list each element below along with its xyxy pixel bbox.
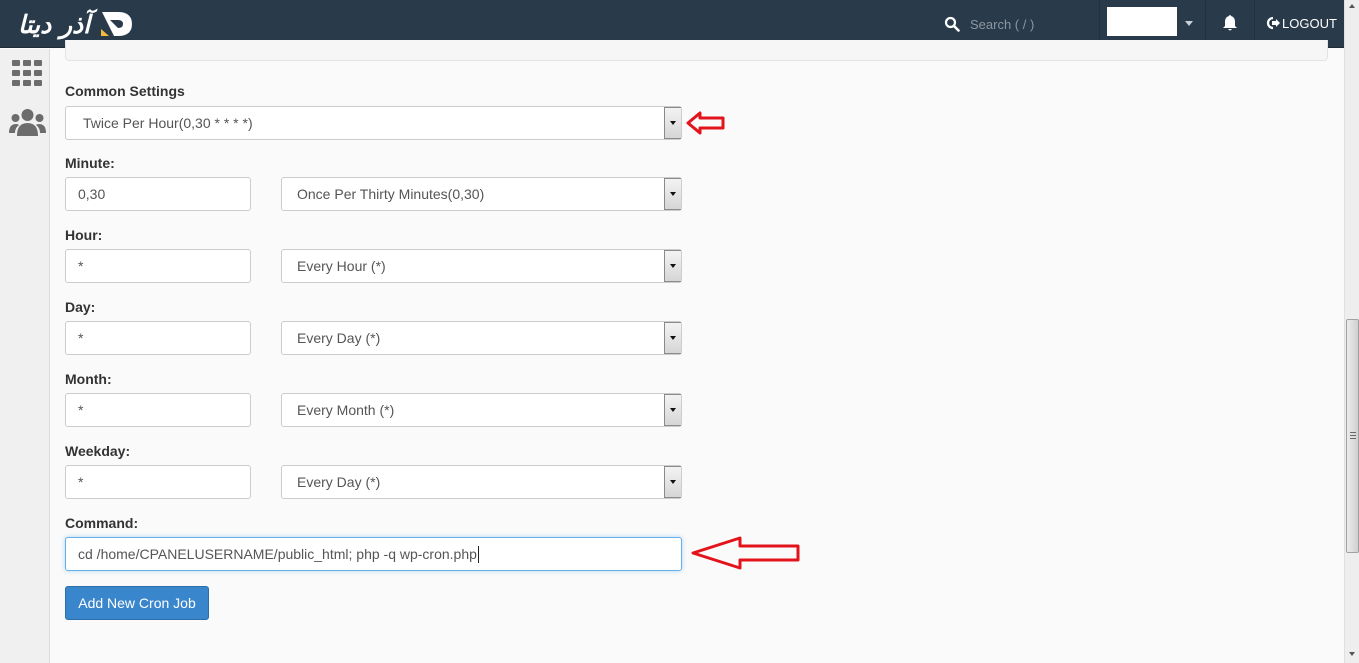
grid-icon[interactable] [12,60,42,86]
dropdown-arrow-icon[interactable] [664,322,681,354]
dropdown-arrow-icon[interactable] [664,250,681,282]
dropdown-arrow-icon[interactable] [664,107,681,139]
sign-out-icon [1266,16,1280,30]
minute-value: 0,30 [78,186,106,202]
annotation-arrow-icon [686,111,725,135]
logout-label: LOGOUT [1282,15,1337,31]
page-scrollbar[interactable] [1344,0,1359,663]
day-label: Day: [65,299,96,315]
user-account-menu[interactable] [1107,7,1177,36]
command-label: Command: [65,515,139,531]
hour-label: Hour: [65,227,103,243]
common-settings-label: Common Settings [65,83,185,99]
grip-icon [1350,432,1356,439]
minute-select[interactable]: Once Per Thirty Minutes(0,30) [281,177,682,211]
hour-select[interactable]: Every Hour (*) [281,249,682,283]
previous-section-panel [65,40,1328,61]
brand-logo[interactable]: آذر دیتا [18,8,136,40]
common-settings-select[interactable]: Twice Per Hour(0,30 * * * *) [65,106,682,140]
logout-button[interactable]: LOGOUT [1266,14,1337,32]
bell-icon[interactable] [1222,14,1238,32]
weekday-label: Weekday: [65,443,131,459]
month-value: * [78,402,84,418]
day-select[interactable]: Every Day (*) [281,321,682,355]
hour-selected: Every Hour (*) [297,258,386,274]
search-icon [944,16,960,32]
weekday-value: * [78,474,84,490]
month-select[interactable]: Every Month (*) [281,393,682,427]
sidebar [0,49,50,663]
brand-name: آذر دیتا [18,9,91,39]
day-value: * [78,330,84,346]
add-new-cron-job-button[interactable]: Add New Cron Job [65,586,209,620]
caret-down-icon[interactable] [1185,21,1193,26]
minute-selected: Once Per Thirty Minutes(0,30) [297,186,485,202]
weekday-select[interactable]: Every Day (*) [281,465,682,499]
command-input[interactable]: cd /home/CPANELUSERNAME/public_html; php… [65,537,682,571]
dropdown-arrow-icon[interactable] [664,394,681,426]
scroll-down-arrow-icon[interactable] [1349,652,1355,656]
weekday-input[interactable]: * [65,465,251,499]
dropdown-arrow-icon[interactable] [664,178,681,210]
day-selected: Every Day (*) [297,330,381,346]
month-label: Month: [65,371,112,387]
common-settings-value: Twice Per Hour(0,30 * * * *) [83,115,253,131]
search-box[interactable] [944,12,1094,36]
scroll-up-arrow-icon[interactable] [1349,4,1355,8]
users-icon[interactable] [9,108,46,136]
annotation-arrow-icon [691,536,800,570]
day-input[interactable]: * [65,321,251,355]
hour-input[interactable]: * [65,249,251,283]
minute-label: Minute: [65,155,115,171]
month-input[interactable]: * [65,393,251,427]
command-value: cd /home/CPANELUSERNAME/public_html; php… [78,546,477,562]
search-input[interactable] [970,16,1090,32]
dropdown-arrow-icon[interactable] [664,466,681,498]
weekday-selected: Every Day (*) [297,474,381,490]
minute-input[interactable]: 0,30 [65,177,251,211]
hour-value: * [78,258,84,274]
month-selected: Every Month (*) [297,402,395,418]
brand-mark-icon [101,12,133,36]
text-cursor [477,545,479,563]
scrollbar-thumb[interactable] [1346,319,1359,553]
